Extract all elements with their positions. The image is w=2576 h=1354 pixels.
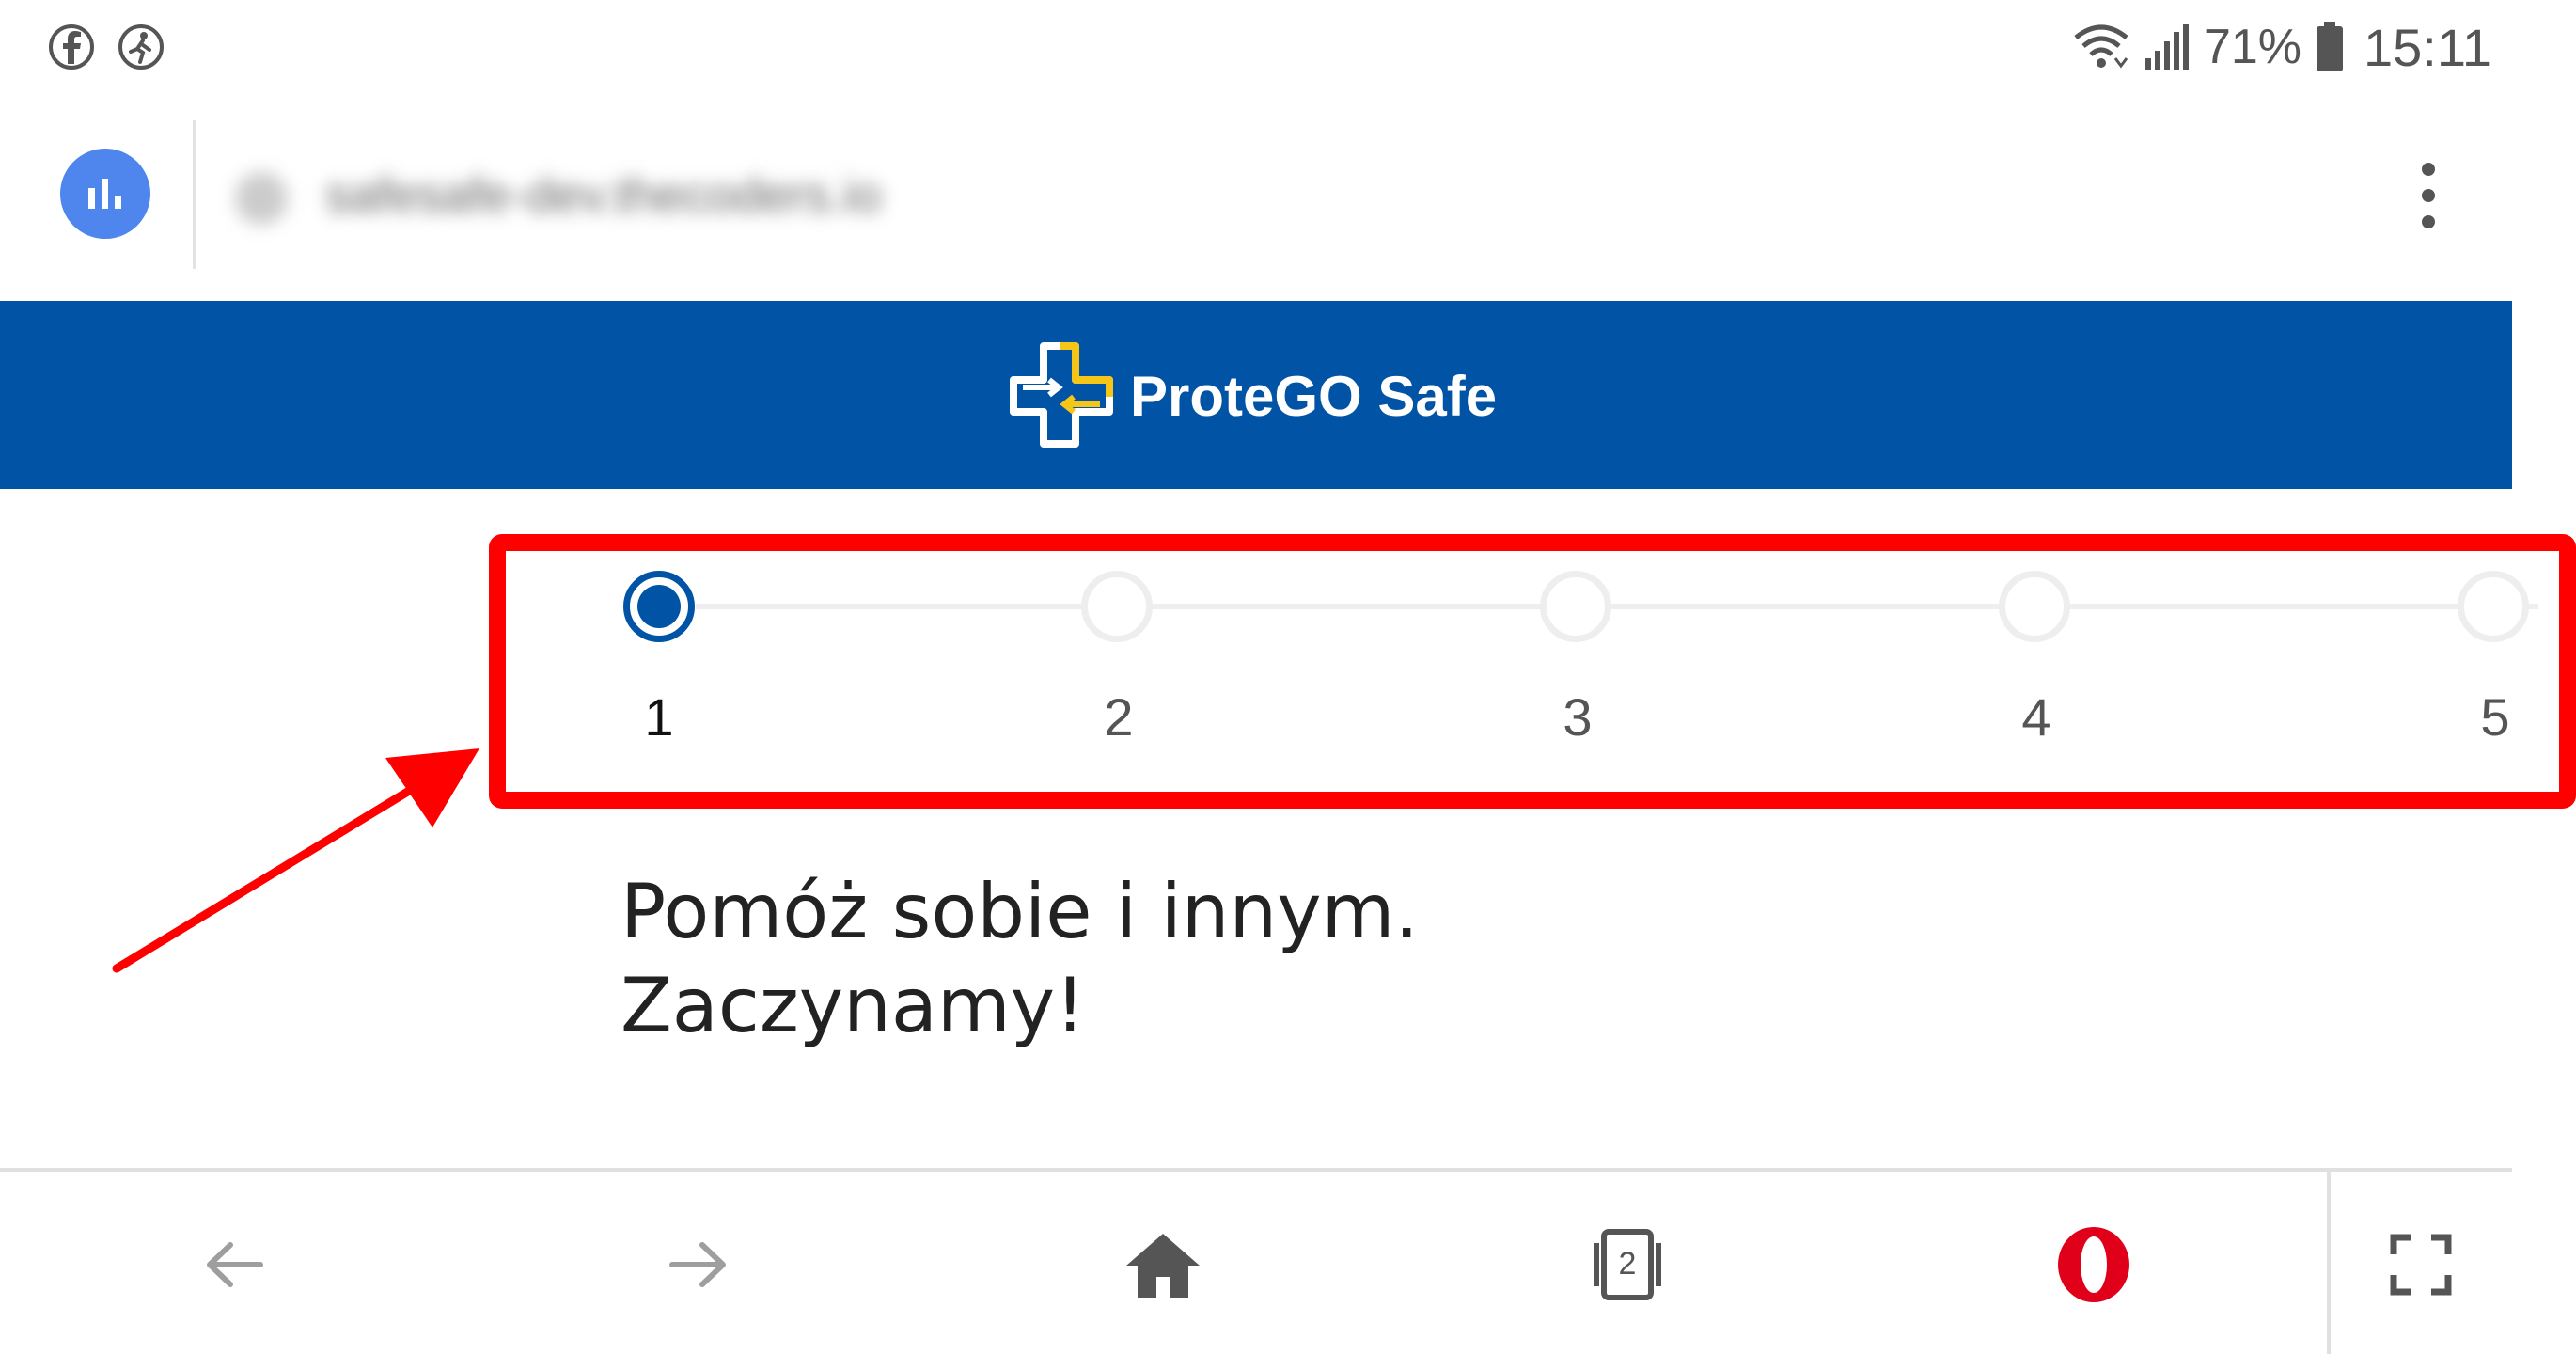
site-info-button[interactable] bbox=[60, 149, 150, 239]
tabs-button[interactable]: 2 bbox=[1585, 1222, 1670, 1307]
annotation-arrow bbox=[112, 748, 479, 973]
forward-icon[interactable] bbox=[655, 1222, 740, 1307]
url-text: safesafe-dev.thecoders.io bbox=[325, 168, 882, 223]
more-vertical-icon[interactable] bbox=[2405, 160, 2452, 235]
home-icon[interactable] bbox=[1121, 1222, 1205, 1307]
back-icon[interactable] bbox=[193, 1222, 277, 1307]
battery-percent: 71% bbox=[2203, 20, 2302, 74]
address-divider bbox=[193, 120, 196, 269]
app-title: ProteGO Safe bbox=[1130, 365, 1498, 428]
status-right: 71% 15:11 bbox=[2072, 17, 2491, 77]
battery-icon bbox=[2317, 22, 2344, 71]
headline: Pomóż sobie i innym. Zaczynamy! bbox=[620, 865, 1419, 1053]
wifi-icon bbox=[2074, 24, 2128, 69]
fullscreen-icon[interactable] bbox=[2379, 1222, 2463, 1307]
lock-icon bbox=[235, 172, 288, 226]
nav-divider bbox=[2327, 1172, 2331, 1354]
bar-chart-icon bbox=[88, 179, 121, 209]
annotation-highlight-box bbox=[489, 534, 2576, 809]
protego-cross-logo bbox=[1010, 342, 1113, 448]
headline-line-2: Zaczynamy! bbox=[620, 962, 1086, 1049]
url-field[interactable]: safesafe-dev.thecoders.io bbox=[235, 149, 1138, 243]
facebook-icon bbox=[49, 24, 94, 70]
bottom-nav bbox=[0, 1172, 2576, 1354]
signal-icon bbox=[2144, 24, 2189, 70]
fitness-icon bbox=[118, 24, 164, 70]
tab-count: 2 bbox=[1618, 1246, 1637, 1282]
clock: 15:11 bbox=[2364, 17, 2491, 77]
headline-line-1: Pomóż sobie i innym. bbox=[620, 868, 1419, 955]
opera-icon[interactable] bbox=[2051, 1222, 2136, 1307]
